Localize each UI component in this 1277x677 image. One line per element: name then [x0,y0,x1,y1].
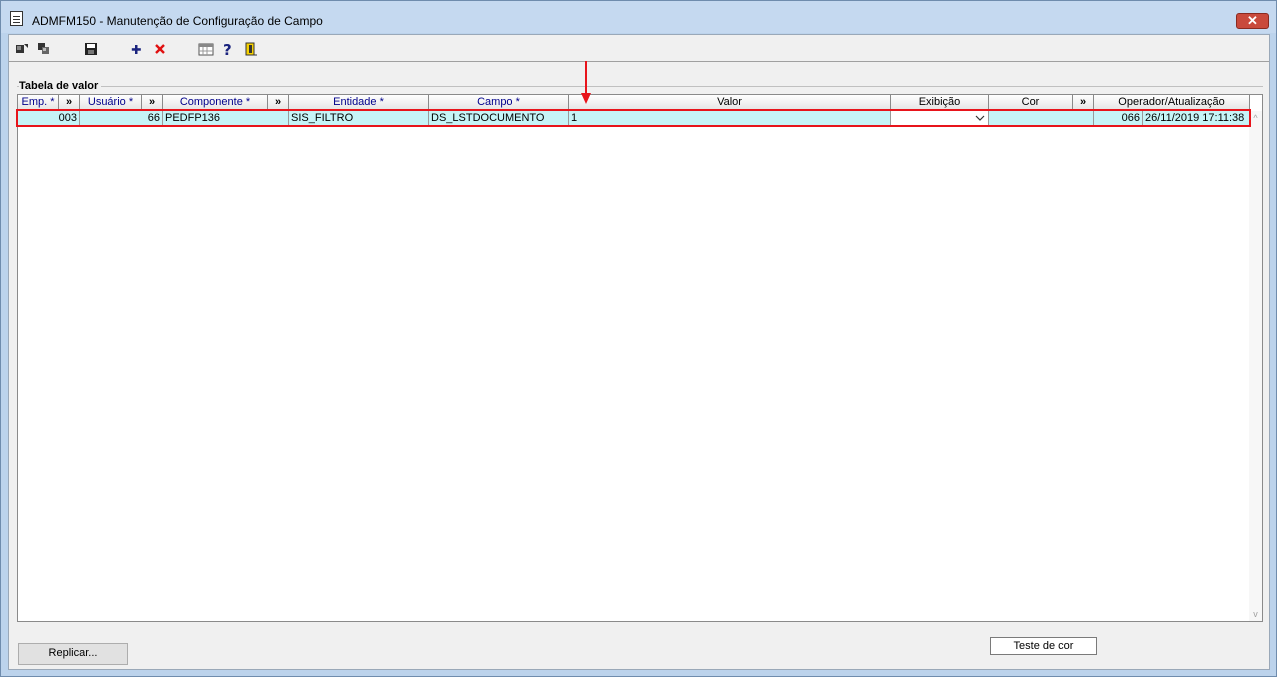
table-row[interactable]: 003 66 PEDFP136 SIS_FILTRO DS_LSTDOCUMEN… [18,111,1250,127]
save-icon[interactable] [83,41,99,57]
teste-de-cor-button[interactable]: Teste de cor [990,637,1097,655]
document-icon [10,11,23,26]
cell-valor[interactable]: 1 [569,111,891,127]
cell-entidade[interactable]: SIS_FILTRO [289,111,429,127]
col-componente-lookup-button[interactable]: » [268,95,289,110]
delete-icon[interactable] [152,41,168,57]
col-emp-lookup-button[interactable]: » [59,95,80,110]
cell-componente[interactable]: PEDFP136 [163,111,289,127]
col-exibicao-header[interactable]: Exibição [891,95,989,110]
col-cor-header[interactable]: Cor [989,95,1073,110]
annotation-arrow-icon [581,61,591,104]
col-valor-header[interactable]: Valor [569,95,891,110]
cell-cor[interactable] [989,111,1094,127]
scroll-down-icon[interactable]: v [1249,607,1262,621]
title-bar: ADMFM150 - Manutenção de Configuração de… [1,1,1276,33]
scroll-up-icon[interactable]: ^ [1249,111,1262,125]
first-record-icon[interactable] [14,41,30,57]
chevron-down-icon[interactable] [975,113,985,127]
values-grid[interactable]: Emp. * » Usuário * » Componente * » Enti… [17,94,1263,622]
group-title: Tabela de valor [19,80,102,92]
cell-operador[interactable]: 066 [1094,111,1143,127]
exit-door-icon[interactable] [243,41,259,57]
svg-text:?: ? [223,41,232,57]
replicar-button[interactable]: Replicar... [18,643,128,665]
vertical-scrollbar[interactable]: ^ v [1249,111,1262,621]
calendar-grid-icon[interactable] [198,41,214,57]
col-usuario-lookup-button[interactable]: » [142,95,163,110]
close-button[interactable]: ✕ [1236,13,1269,29]
client-area: ? Tabela de valor Emp. * » Usuário * » C… [8,34,1270,670]
col-cor-lookup-button[interactable]: » [1073,95,1094,110]
cell-campo[interactable]: DS_LSTDOCUMENTO [429,111,569,127]
window-title: ADMFM150 - Manutenção de Configuração de… [32,14,323,28]
col-campo-header[interactable]: Campo * [429,95,569,110]
cell-usuario[interactable]: 66 [80,111,163,127]
grid-header: Emp. * » Usuário * » Componente * » Enti… [18,95,1250,110]
cell-emp[interactable]: 003 [18,111,80,127]
toolbar: ? [9,35,1269,62]
group-divider [17,86,1263,87]
col-componente-header[interactable]: Componente * [163,95,268,110]
col-operador-header[interactable]: Operador/Atualização [1094,95,1250,110]
app-window: ADMFM150 - Manutenção de Configuração de… [0,0,1277,677]
cell-atualizacao[interactable]: 26/11/2019 17:11:38 [1143,111,1250,127]
copy-record-icon[interactable] [36,41,52,57]
col-emp-header[interactable]: Emp. * [18,95,59,110]
col-entidade-header[interactable]: Entidade * [289,95,429,110]
col-usuario-header[interactable]: Usuário * [80,95,142,110]
help-icon[interactable]: ? [220,41,236,57]
add-icon[interactable] [128,41,144,57]
cell-exibicao-dropdown[interactable] [891,111,989,127]
